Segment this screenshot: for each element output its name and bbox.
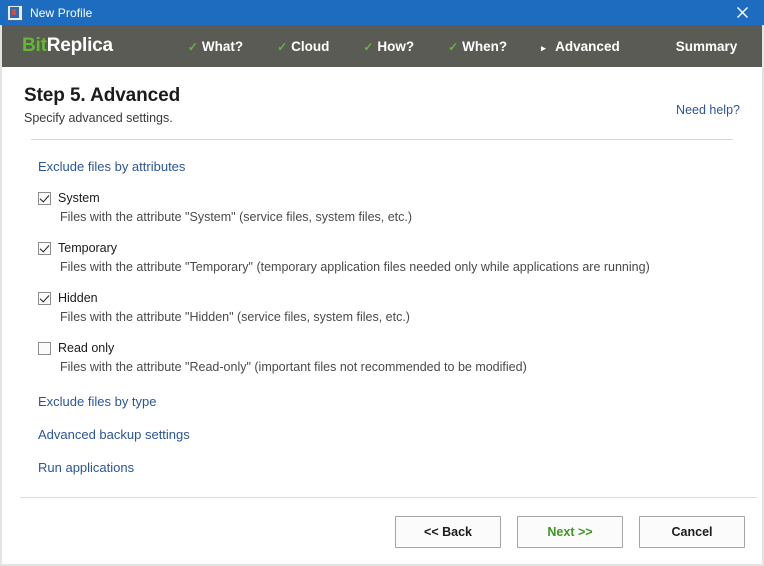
nav-step-what[interactable]: ✓ What? [188, 39, 243, 54]
back-button[interactable]: << Back [395, 516, 501, 548]
check-icon: ✓ [448, 39, 459, 54]
window-frame-left [0, 25, 2, 566]
advanced-settings-content: Exclude files by attributes System Files… [0, 140, 764, 494]
attribute-row-system[interactable]: System [38, 191, 740, 205]
nav-step-advanced-label: Advanced [555, 38, 620, 54]
brand-logo: BitReplica [22, 35, 113, 57]
nav-step-when-label: When? [462, 38, 508, 54]
checkbox-system-description: Files with the attribute "System" (servi… [60, 210, 413, 224]
exclude-files-by-type-link[interactable]: Exclude files by type [38, 394, 740, 409]
page-title: Step 5. Advanced [24, 85, 181, 106]
title-bar: New Profile [0, 0, 764, 25]
wizard-nav-bar: BitReplica ✓ What? ✓ Cloud ✓ How? ✓ When… [0, 25, 764, 67]
checkbox-hidden-label[interactable]: Hidden [58, 291, 98, 305]
checkbox-system[interactable] [38, 191, 51, 205]
nav-step-advanced[interactable]: ▸ Advanced [541, 39, 620, 54]
nav-step-how[interactable]: ✓ How? [363, 39, 414, 54]
nav-step-when[interactable]: ✓ When? [448, 39, 507, 54]
close-icon[interactable] [720, 0, 764, 25]
app-icon [7, 4, 23, 21]
checkbox-hidden[interactable] [38, 291, 51, 305]
exclude-by-attributes-section: Exclude files by attributes [38, 158, 740, 176]
checkbox-read-only-label[interactable]: Read only [58, 341, 114, 355]
nav-step-cloud-label: Cloud [291, 38, 330, 54]
advanced-backup-settings-link[interactable]: Advanced backup settings [38, 427, 740, 442]
attribute-row-read-only[interactable]: Read only [38, 341, 740, 355]
new-profile-window: New Profile BitReplica ✓ What? ✓ Cloud ✓… [0, 0, 764, 566]
run-applications-link[interactable]: Run applications [38, 460, 740, 475]
chevron-right-icon: ▸ [541, 42, 546, 53]
checkbox-temporary-description: Files with the attribute "Temporary" (te… [60, 260, 650, 274]
checkbox-system-label[interactable]: System [58, 191, 100, 205]
attribute-row-temporary[interactable]: Temporary [38, 241, 740, 255]
check-icon: ✓ [277, 39, 288, 54]
wizard-steps: ✓ What? ✓ Cloud ✓ How? ✓ When? ▸ Advance… [188, 39, 737, 54]
window-title: New Profile [30, 5, 93, 20]
brand-logo-bit: Bit [22, 35, 47, 56]
need-help-link[interactable]: Need help? [676, 103, 740, 117]
additional-settings-links: Exclude files by type Advanced backup se… [38, 394, 740, 475]
next-button[interactable]: Next >> [517, 516, 623, 548]
wizard-footer: << Back Next >> Cancel [0, 498, 764, 566]
exclude-files-by-attributes-link[interactable]: Exclude files by attributes [38, 159, 185, 174]
check-icon: ✓ [187, 39, 198, 54]
nav-step-summary-label: Summary [675, 38, 738, 54]
checkbox-hidden-description: Files with the attribute "Hidden" (servi… [60, 310, 410, 324]
page-header: Step 5. Advanced Specify advanced settin… [0, 67, 764, 140]
attribute-row-hidden[interactable]: Hidden [38, 291, 740, 305]
checkbox-read-only-description: Files with the attribute "Read-only" (im… [60, 360, 527, 374]
checkbox-temporary[interactable] [38, 241, 51, 255]
page-subtitle: Specify advanced settings. [24, 111, 173, 125]
checkbox-read-only[interactable] [38, 341, 51, 355]
nav-step-how-label: How? [377, 38, 415, 54]
brand-logo-replica: Replica [46, 35, 113, 56]
nav-step-what-label: What? [201, 38, 244, 54]
check-icon: ✓ [363, 39, 374, 54]
nav-step-cloud[interactable]: ✓ Cloud [277, 39, 329, 54]
nav-step-summary[interactable]: Summary [676, 39, 738, 54]
cancel-button[interactable]: Cancel [639, 516, 745, 548]
checkbox-temporary-label[interactable]: Temporary [58, 241, 117, 255]
